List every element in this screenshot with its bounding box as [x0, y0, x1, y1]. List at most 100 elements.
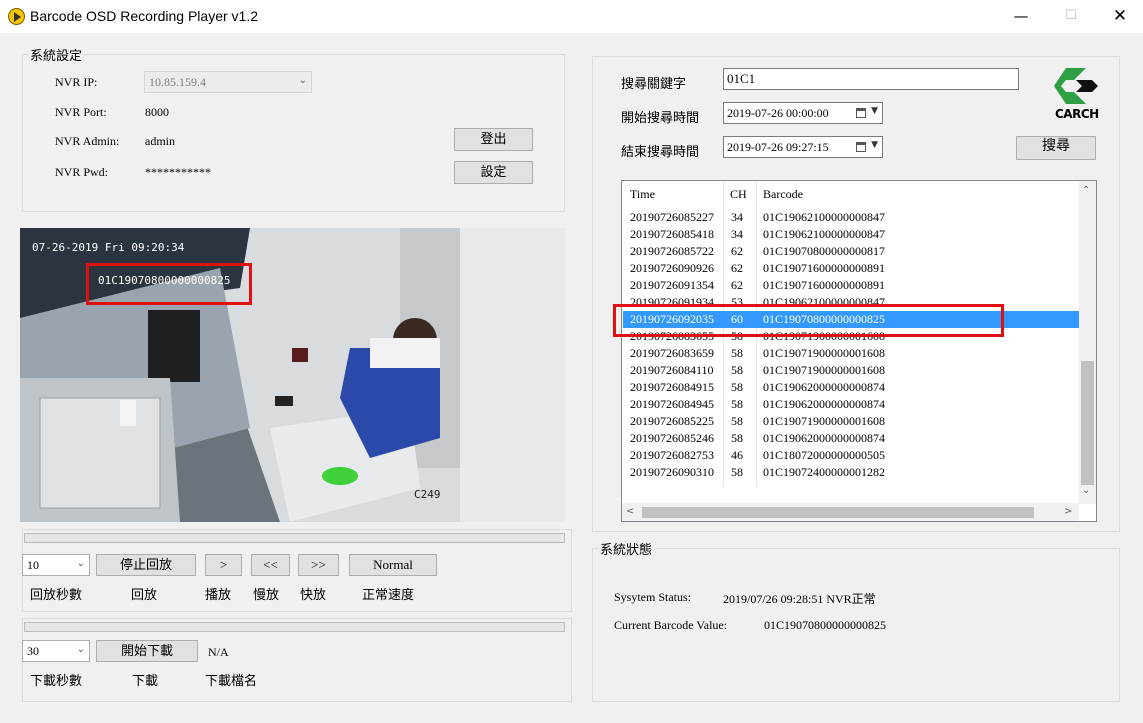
- chevron-down-icon: ⌄: [76, 558, 85, 569]
- cell-ch: 62: [731, 261, 743, 275]
- nvr-ip-combo[interactable]: 10.85.159.4 ⌄: [144, 71, 312, 93]
- logout-button[interactable]: 登出: [454, 128, 533, 151]
- stop-playback-button[interactable]: 停止回放: [96, 554, 196, 576]
- cell-barcode: 01C19062100000000847: [763, 210, 886, 224]
- maximize-button[interactable]: ☐: [1048, 0, 1094, 32]
- horizontal-scrollbar[interactable]: < >: [622, 503, 1079, 521]
- playback-seconds-label: 回放秒數: [30, 587, 83, 602]
- cell-time: 20190726085418: [630, 227, 714, 241]
- keyword-label: 搜尋關鍵字: [621, 76, 687, 91]
- osd-highlight-box: [86, 263, 252, 305]
- download-progress-bar: [24, 622, 565, 632]
- table-row[interactable]: 20190726085418 34 01C19062100000000847: [623, 226, 1079, 243]
- download-filename-label: 下載檔名: [205, 673, 258, 688]
- cell-ch: 58: [731, 431, 743, 445]
- cell-ch: 58: [731, 414, 743, 428]
- table-row[interactable]: 20190726084915 58 01C19062000000000874: [623, 379, 1079, 396]
- table-row[interactable]: 20190726091354 62 01C19071600000000891: [623, 277, 1079, 294]
- download-seconds-combo[interactable]: 30 ⌄: [22, 640, 90, 662]
- cell-time: 20190726084915: [630, 380, 714, 394]
- normal-speed-button[interactable]: Normal: [349, 554, 437, 576]
- vertical-scrollbar[interactable]: ⌃ ⌄: [1079, 181, 1096, 504]
- table-row[interactable]: 20190726090310 58 01C19072400000001282: [623, 464, 1079, 481]
- slow-button[interactable]: <<: [251, 554, 290, 576]
- table-row[interactable]: 20190726090926 62 01C19071600000000891: [623, 260, 1079, 277]
- nvr-ip-value: 10.85.159.4: [149, 75, 206, 89]
- table-row[interactable]: 20190726085246 58 01C19062000000000874: [623, 430, 1079, 447]
- cell-barcode: 01C19062000000000874: [763, 431, 886, 445]
- chevron-down-icon: ⌄: [76, 644, 85, 655]
- table-row[interactable]: 20190726083659 58 01C19071900000001608: [623, 345, 1079, 362]
- download-label: 下載: [132, 673, 159, 688]
- download-filename-value: N/A: [208, 645, 229, 659]
- cell-ch: 58: [731, 346, 743, 360]
- replay-label: 回放: [131, 587, 158, 602]
- cell-time: 20190726084945: [630, 397, 714, 411]
- start-time-value: 2019-07-26 00:00:00: [727, 106, 829, 120]
- cell-barcode: 01C19062000000000874: [763, 397, 886, 411]
- scroll-left-icon[interactable]: <: [626, 506, 634, 517]
- nvr-admin-label: NVR Admin:: [55, 134, 120, 148]
- cell-time: 20190726084110: [630, 363, 714, 377]
- table-row[interactable]: 20190726084110 58 01C19071900000001608: [623, 362, 1079, 379]
- scroll-up-icon[interactable]: ⌃: [1082, 185, 1090, 196]
- settings-group-title: 系統設定: [28, 45, 85, 64]
- set-button[interactable]: 設定: [454, 161, 533, 184]
- fast-button[interactable]: >>: [298, 554, 339, 576]
- app-play-icon: [8, 8, 25, 25]
- table-row[interactable]: 20190726085225 58 01C19071900000001608: [623, 413, 1079, 430]
- play-button[interactable]: >: [205, 554, 242, 576]
- calendar-icon: [856, 108, 866, 118]
- column-header-time[interactable]: Time: [630, 187, 655, 202]
- nvr-admin-value: admin: [145, 134, 175, 148]
- cell-ch: 34: [731, 227, 743, 241]
- scroll-down-icon[interactable]: ⌄: [1082, 485, 1090, 496]
- results-list[interactable]: Time CH Barcode 20190726085227 34 01C19062…: [621, 180, 1097, 522]
- cell-time: 20190726091354: [630, 278, 714, 292]
- cell-ch: 62: [731, 278, 743, 292]
- nvr-pwd-label: NVR Pwd:: [55, 165, 109, 179]
- scroll-right-icon[interactable]: >: [1064, 506, 1072, 517]
- nvr-pwd-value: ***********: [145, 165, 211, 179]
- start-download-button[interactable]: 開始下載: [96, 640, 198, 662]
- download-seconds-value: 30: [27, 644, 39, 658]
- table-row[interactable]: 20190726084945 58 01C19062000000000874: [623, 396, 1079, 413]
- table-row[interactable]: 20190726085227 34 01C19062100000000847: [623, 209, 1079, 226]
- playback-seconds-value: 10: [27, 558, 39, 572]
- keyword-input[interactable]: [723, 68, 1019, 90]
- cell-barcode: 01C19071900000001608: [763, 363, 886, 377]
- normal-speed-label: 正常速度: [362, 587, 415, 602]
- carch-logo-mark: [1054, 68, 1098, 104]
- cell-time: 20190726085722: [630, 244, 714, 258]
- search-button[interactable]: 搜尋: [1016, 136, 1096, 160]
- dropdown-arrow-icon: ▼: [871, 106, 878, 116]
- end-time-picker[interactable]: 2019-07-26 09:27:15 ▼: [723, 136, 883, 158]
- close-button[interactable]: ✕: [1097, 0, 1143, 32]
- system-status-label: Sysytem Status:: [614, 590, 692, 604]
- nvr-port-label: NVR Port:: [55, 105, 107, 119]
- start-time-picker[interactable]: 2019-07-26 00:00:00 ▼: [723, 102, 883, 124]
- playback-seconds-combo[interactable]: 10 ⌄: [22, 554, 90, 576]
- dropdown-arrow-icon: ▼: [871, 140, 878, 150]
- vertical-scroll-thumb[interactable]: [1081, 361, 1094, 485]
- carch-logo: CARCH: [1052, 66, 1100, 124]
- column-header-ch[interactable]: CH: [730, 187, 747, 202]
- horizontal-scroll-thumb[interactable]: [642, 507, 1034, 518]
- column-header-barcode[interactable]: Barcode: [763, 187, 803, 202]
- cell-time: 20190726082753: [630, 448, 714, 462]
- playback-progress-bar[interactable]: [24, 533, 565, 543]
- table-row[interactable]: 20190726082753 46 01C18072000000000505: [623, 447, 1079, 464]
- table-row[interactable]: 20190726085722 62 01C19070800000000817: [623, 243, 1079, 260]
- cell-barcode: 01C19070800000000817: [763, 244, 886, 258]
- cell-ch: 58: [731, 397, 743, 411]
- minimize-button[interactable]: —: [998, 0, 1044, 32]
- title-bar: Barcode OSD Recording Player v1.2 — ☐ ✕: [0, 0, 1143, 33]
- system-status-value: 2019/07/26 09:28:51 NVR正常: [723, 592, 876, 606]
- cell-barcode: 01C19062100000000847: [763, 227, 886, 241]
- camera-label: C249: [414, 488, 441, 501]
- keyword-input-field[interactable]: [724, 69, 1018, 89]
- cell-time: 20190726085227: [630, 210, 714, 224]
- calendar-icon: [856, 142, 866, 152]
- window-title: Barcode OSD Recording Player v1.2: [30, 8, 258, 24]
- cell-ch: 34: [731, 210, 743, 224]
